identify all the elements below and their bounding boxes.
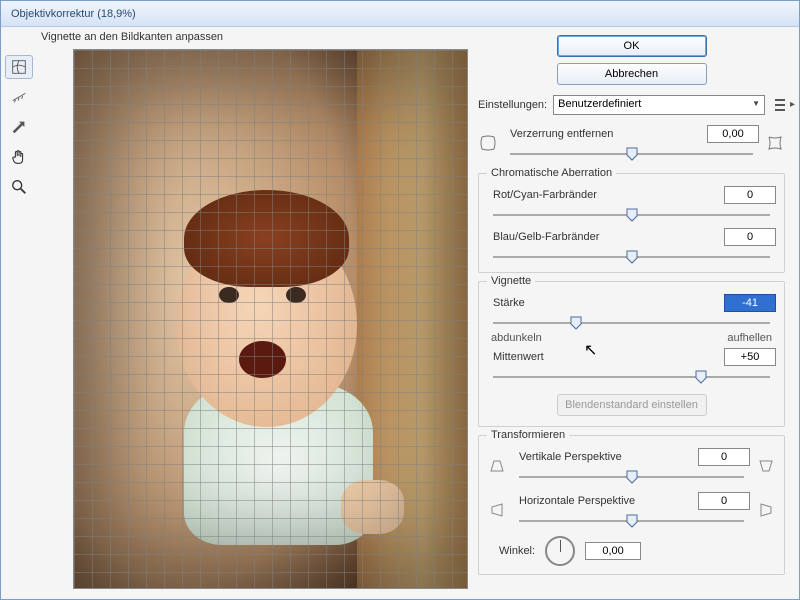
angle-label: Winkel: (493, 545, 535, 557)
preview-canvas[interactable] (73, 49, 468, 589)
hpersp-left-icon[interactable] (487, 500, 507, 520)
transform-group: Transformieren Vertikale Perspektive (478, 435, 785, 575)
settings-label: Einstellungen: (478, 99, 547, 111)
left-column: Vignette an den Bildkanten anpassen (1, 27, 468, 599)
content: Vignette an den Bildkanten anpassen (1, 27, 799, 599)
angle-dial[interactable] (545, 536, 575, 566)
titlebar: Objektivkorrektur (18,9%) (1, 1, 799, 27)
hpersp-right-icon[interactable] (756, 500, 776, 520)
midpoint-slider[interactable] (493, 368, 770, 386)
ok-button[interactable]: OK (557, 35, 707, 57)
vignette-group: Vignette Stärke abdunkeln aufhellen Mitt… (478, 281, 785, 427)
toolstrip (1, 49, 37, 589)
vpersp-input[interactable] (698, 448, 750, 466)
blue-yellow-slider[interactable] (493, 248, 770, 266)
settings-menu-icon[interactable] (771, 99, 785, 111)
vpersp-label: Vertikale Perspektive (513, 451, 622, 463)
strength-label: Stärke (487, 297, 525, 309)
dialog-window: Objektivkorrektur (18,9%) Vignette an de… (0, 0, 800, 600)
distortion-label: Verzerrung entfernen (504, 128, 613, 140)
strength-slider[interactable] (493, 314, 770, 332)
distortion-tool-icon[interactable] (5, 55, 33, 79)
hand-tool-icon[interactable] (5, 145, 33, 169)
transform-title: Transformieren (487, 429, 569, 441)
vpersp-bottom-icon[interactable] (756, 456, 776, 476)
vpersp-top-icon[interactable] (487, 456, 507, 476)
strength-left-label: abdunkeln (491, 332, 542, 344)
distortion-slider[interactable] (510, 145, 753, 163)
vpersp-slider[interactable] (519, 468, 744, 486)
vignette-title: Vignette (487, 275, 535, 287)
red-cyan-label: Rot/Cyan-Farbränder (487, 189, 597, 201)
hpersp-input[interactable] (698, 492, 750, 510)
blend-default-button: Blendenstandard einstellen (557, 394, 707, 416)
midpoint-label: Mittenwert (487, 351, 544, 363)
zoom-tool-icon[interactable] (5, 175, 33, 199)
barrel-icon[interactable] (478, 133, 498, 153)
pincushion-icon[interactable] (765, 133, 785, 153)
preview-header: Vignette an den Bildkanten anpassen (1, 27, 468, 49)
window-title: Objektivkorrektur (18,9%) (11, 8, 136, 20)
settings-dropdown[interactable]: Benutzerdefiniert (553, 95, 765, 115)
blue-yellow-label: Blau/Gelb-Farbränder (487, 231, 599, 243)
controls-panel: OK Abbrechen Einstellungen: Benutzerdefi… (468, 27, 799, 599)
blue-yellow-input[interactable] (724, 228, 776, 246)
midpoint-input[interactable] (724, 348, 776, 366)
red-cyan-input[interactable] (724, 186, 776, 204)
red-cyan-slider[interactable] (493, 206, 770, 224)
cancel-button[interactable]: Abbrechen (557, 63, 707, 85)
distortion-input[interactable] (707, 125, 759, 143)
straighten-tool-icon[interactable] (5, 85, 33, 109)
angle-input[interactable] (585, 542, 641, 560)
move-grid-tool-icon[interactable] (5, 115, 33, 139)
strength-input[interactable] (724, 294, 776, 312)
grid-overlay (74, 50, 467, 588)
hpersp-slider[interactable] (519, 512, 744, 530)
hpersp-label: Horizontale Perspektive (513, 495, 635, 507)
chromatic-title: Chromatische Aberration (487, 167, 616, 179)
chromatic-group: Chromatische Aberration Rot/Cyan-Farbrän… (478, 173, 785, 273)
strength-right-label: aufhellen (727, 332, 772, 344)
